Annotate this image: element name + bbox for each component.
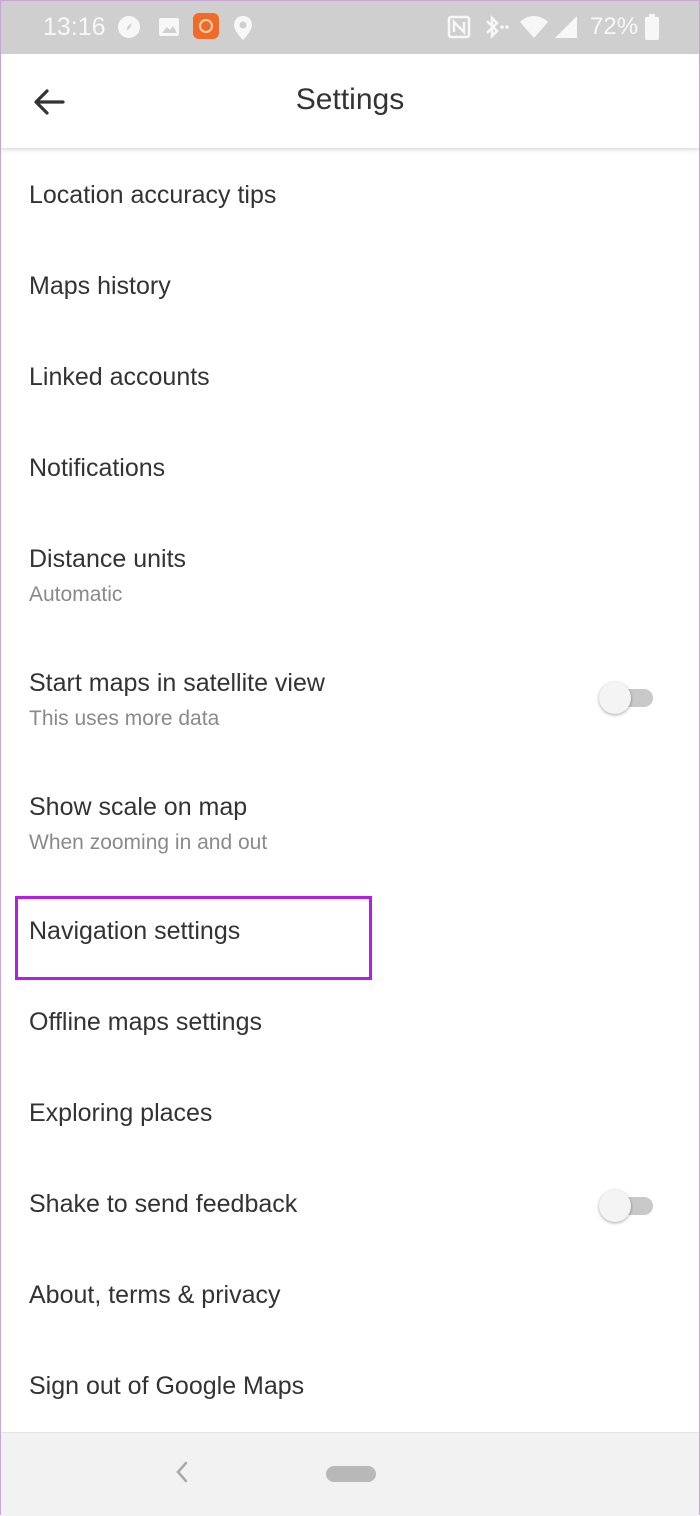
nav-home-pill-icon[interactable] bbox=[326, 1466, 376, 1482]
bluetooth-icon bbox=[483, 14, 509, 44]
battery-percent: 72% bbox=[590, 13, 639, 40]
setting-label: Offline maps settings bbox=[29, 1008, 262, 1036]
setting-distance-units[interactable]: Distance units Automatic bbox=[1, 516, 699, 636]
image-icon bbox=[157, 15, 181, 44]
setting-label: Start maps in satellite view bbox=[29, 669, 325, 697]
setting-linked-accounts[interactable]: Linked accounts bbox=[1, 334, 699, 424]
setting-label: Maps history bbox=[29, 272, 171, 300]
app-bar: Settings bbox=[1, 54, 699, 150]
setting-label: Linked accounts bbox=[29, 363, 210, 391]
system-nav-bar bbox=[1, 1432, 699, 1516]
shake-feedback-toggle[interactable] bbox=[599, 1190, 655, 1222]
page-title: Settings bbox=[295, 83, 405, 116]
setting-subtitle: This uses more data bbox=[29, 707, 220, 730]
setting-offline-maps[interactable]: Offline maps settings bbox=[1, 979, 699, 1069]
setting-label: Shake to send feedback bbox=[29, 1190, 298, 1218]
setting-show-scale[interactable]: Show scale on map When zooming in and ou… bbox=[1, 764, 699, 886]
cell-signal-icon bbox=[554, 15, 578, 44]
setting-label: Sign out of Google Maps bbox=[29, 1372, 305, 1400]
setting-label: Distance units bbox=[29, 545, 187, 573]
setting-label: Location accuracy tips bbox=[29, 181, 277, 209]
highlight-box bbox=[15, 896, 372, 980]
setting-label: About, terms & privacy bbox=[29, 1281, 281, 1309]
setting-sign-out[interactable]: Sign out of Google Maps bbox=[1, 1343, 699, 1431]
setting-location-accuracy-tips[interactable]: Location accuracy tips bbox=[1, 152, 699, 242]
setting-label: Exploring places bbox=[29, 1099, 213, 1127]
status-time: 13:16 bbox=[43, 13, 106, 41]
setting-notifications[interactable]: Notifications bbox=[1, 425, 699, 515]
setting-about-terms[interactable]: About, terms & privacy bbox=[1, 1252, 699, 1342]
setting-maps-history[interactable]: Maps history bbox=[1, 243, 699, 333]
app-notification-icon bbox=[192, 12, 220, 45]
toggle-knob bbox=[599, 1190, 631, 1222]
setting-subtitle: When zooming in and out bbox=[29, 831, 268, 854]
battery-icon bbox=[645, 14, 659, 45]
toggle-knob bbox=[599, 682, 631, 714]
satellite-view-toggle[interactable] bbox=[599, 682, 655, 714]
setting-label: Show scale on map bbox=[29, 793, 248, 821]
compass-icon bbox=[117, 15, 141, 44]
location-pin-icon bbox=[233, 15, 253, 46]
setting-label: Notifications bbox=[29, 454, 166, 482]
wifi-icon bbox=[519, 15, 549, 44]
setting-exploring-places[interactable]: Exploring places bbox=[1, 1070, 699, 1160]
setting-satellite-view[interactable]: Start maps in satellite view This uses m… bbox=[1, 640, 699, 762]
nfc-icon bbox=[447, 15, 471, 44]
setting-shake-feedback[interactable]: Shake to send feedback bbox=[1, 1161, 699, 1251]
status-bar: 13:16 72% bbox=[1, 1, 699, 54]
setting-subtitle: Automatic bbox=[29, 583, 123, 606]
nav-back-icon[interactable] bbox=[175, 1460, 189, 1491]
